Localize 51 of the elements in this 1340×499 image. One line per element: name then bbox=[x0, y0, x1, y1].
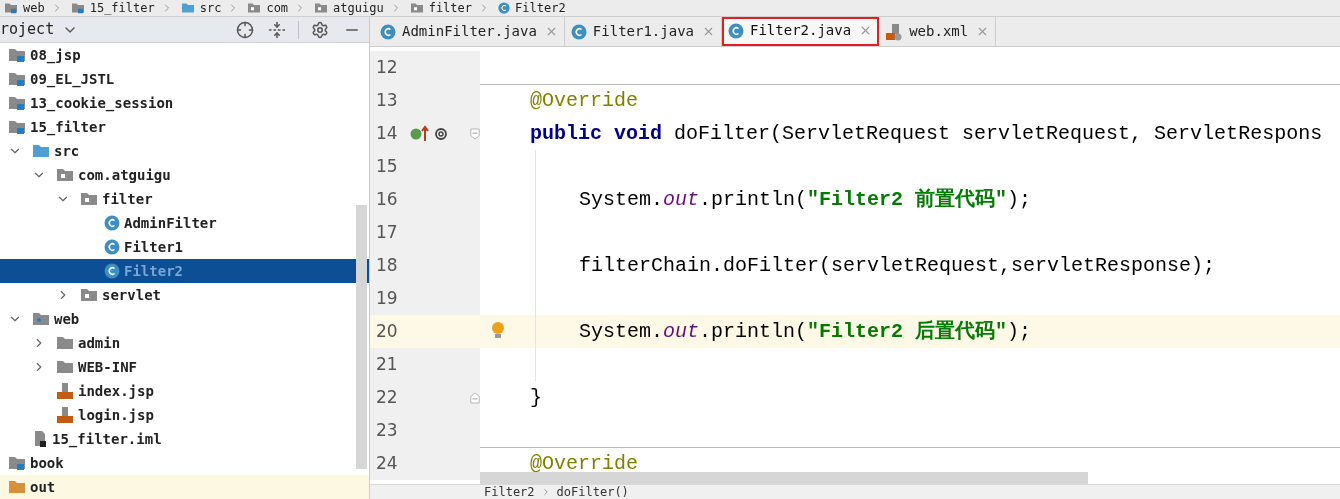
code-text: filterChain.doFilter(servletRequest,servletResponse); bbox=[579, 252, 1216, 279]
tree-item[interactable]: Filter1 bbox=[0, 235, 369, 259]
tree-item[interactable]: book bbox=[0, 451, 369, 475]
tree-item[interactable]: 09_EL_JSTL bbox=[0, 67, 369, 91]
line-number: 21 bbox=[376, 352, 399, 376]
tree-item[interactable]: 15_filter bbox=[0, 115, 369, 139]
breadcrumb-item[interactable]: doFilter() bbox=[556, 483, 629, 499]
breadcrumb-item[interactable]: Filter2 bbox=[496, 0, 566, 17]
tree-item[interactable]: com.atguigu bbox=[0, 163, 369, 187]
editor-tab[interactable]: AdminFilter.java bbox=[374, 17, 565, 46]
code-text: } bbox=[530, 384, 542, 411]
tree-item[interactable]: web bbox=[0, 307, 369, 331]
breadcrumb-item[interactable]: 15_filter bbox=[68, 0, 155, 17]
code-text: public void doFilter(ServletRequest servletRequest, ServletRespons bbox=[530, 120, 1323, 147]
line-number: 18 bbox=[376, 253, 399, 277]
tree-item[interactable]: out bbox=[0, 475, 369, 499]
line-number: 20 bbox=[376, 319, 399, 343]
tree-item[interactable]: AdminFilter bbox=[0, 211, 369, 235]
breadcrumb-item[interactable]: filter bbox=[407, 0, 473, 17]
line-number: 19 bbox=[376, 286, 399, 310]
code-text: System.out.println("Filter2 前置代码"); bbox=[579, 186, 1032, 213]
code-text: System.out.println("Filter2 后置代码"); bbox=[579, 318, 1032, 345]
line-number: 13 bbox=[376, 88, 399, 112]
line-number: 14 bbox=[376, 121, 399, 145]
tree-item[interactable]: admin bbox=[0, 331, 369, 355]
line-number: 24 bbox=[376, 451, 399, 475]
editor-tab[interactable]: Filter2.java bbox=[722, 17, 880, 46]
line-number: 17 bbox=[376, 220, 399, 244]
breadcrumb-item[interactable]: com bbox=[245, 0, 289, 17]
tree-item[interactable]: servlet bbox=[0, 283, 369, 307]
breadcrumb-item[interactable]: atguigu bbox=[312, 0, 384, 17]
tree-item[interactable]: 08_jsp bbox=[0, 43, 369, 67]
line-number: 23 bbox=[376, 418, 399, 442]
tree-item[interactable]: WEB-INF bbox=[0, 355, 369, 379]
breadcrumb-item[interactable]: web bbox=[2, 0, 45, 17]
tree-item[interactable]: index.jsp bbox=[0, 379, 369, 403]
tree-item[interactable]: 13_cookie_session bbox=[0, 91, 369, 115]
tree-item[interactable]: src bbox=[0, 139, 369, 163]
line-number: 12 bbox=[376, 55, 399, 79]
panel-title[interactable]: roject bbox=[0, 18, 55, 41]
tree-item[interactable]: filter bbox=[0, 187, 369, 211]
breadcrumb-item[interactable]: Filter2 bbox=[484, 483, 535, 499]
tree-item[interactable]: 15_filter.iml bbox=[0, 427, 369, 451]
line-number: 22 bbox=[376, 385, 399, 409]
line-number: 15 bbox=[376, 154, 399, 178]
editor-tab[interactable]: web.xml bbox=[879, 17, 997, 46]
line-number: 16 bbox=[376, 187, 399, 211]
breadcrumb-item[interactable]: src bbox=[178, 0, 222, 17]
code-text: @Override bbox=[530, 87, 639, 114]
tree-item[interactable]: login.jsp bbox=[0, 403, 369, 427]
code-text: @Override bbox=[530, 450, 639, 477]
